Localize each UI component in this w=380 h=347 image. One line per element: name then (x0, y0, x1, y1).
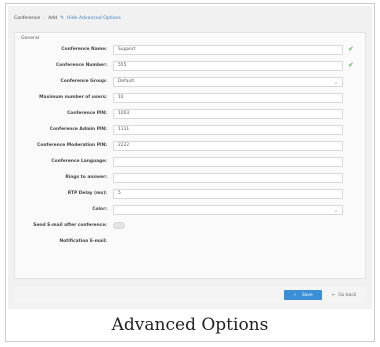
conference-group-select[interactable]: Default ⌄ (113, 77, 343, 87)
go-back-button[interactable]: ← Go back (326, 290, 362, 300)
max-users-input[interactable]: 10 (113, 93, 343, 103)
field-row-rtp-delay: RTP Delay (ms): 5 (15, 189, 365, 200)
field-row-max-users: Maximum number of users: 10 (15, 93, 365, 104)
field-row-conference-pin: Conference PIN: 1003 (15, 109, 365, 120)
field-label: Notification E-mail: (59, 239, 107, 244)
hide-advanced-options-link[interactable]: ✎ Hide Advanced Options (60, 15, 121, 22)
go-back-label: Go back (338, 292, 357, 298)
field-label: Conference Moderation PIN: (37, 143, 107, 148)
field-row-color: Color: ⌄ (15, 205, 365, 216)
language-input[interactable] (113, 157, 343, 167)
moderation-pin-input[interactable]: 2222 (113, 141, 343, 151)
field-label: Conference Name: (61, 47, 107, 52)
rtp-delay-input[interactable]: 5 (113, 189, 343, 199)
breadcrumb-root[interactable]: Conference (14, 16, 40, 21)
conference-name-input[interactable]: Support (113, 45, 343, 55)
field-label: Color: (92, 207, 107, 212)
field-label: Rings to answer: (65, 175, 107, 180)
admin-pin-input[interactable]: 1111 (113, 125, 343, 135)
breadcrumb-separator: › (43, 16, 46, 21)
hide-advanced-options-label: Hide Advanced Options (67, 16, 121, 21)
valid-check-icon: ✔ (348, 45, 354, 53)
field-row-moderation-pin: Conference Moderation PIN: 2222 (15, 141, 365, 152)
field-row-language: Conference Language: (15, 157, 365, 168)
field-row-send-email: Send E-mail after conference: (15, 221, 365, 232)
check-icon: ✓ (293, 292, 297, 298)
field-label: Maximum number of users: (39, 95, 107, 100)
field-label: Conference Number: (55, 63, 107, 68)
form-footer: ✓ Save ← Go back (14, 287, 366, 303)
field-label: RTP Delay (ms): (67, 191, 107, 196)
thumbnail-frame: Conference › Add ✎ Hide Advanced Options… (5, 3, 375, 342)
arrow-left-icon: ← (331, 292, 336, 298)
breadcrumb: Conference › Add ✎ Hide Advanced Options (14, 15, 121, 22)
valid-check-icon: ✔ (348, 61, 354, 69)
chevron-down-icon: ⌄ (333, 80, 338, 86)
field-row-notification-email: Notification E-mail: (15, 237, 365, 248)
send-email-toggle[interactable] (113, 222, 125, 229)
conference-group-value: Default (118, 79, 135, 84)
field-label: Send E-mail after conference: (33, 223, 107, 228)
general-section: General Conference Name: Support ✔ Confe… (14, 32, 366, 279)
color-select[interactable]: ⌄ (113, 205, 343, 215)
field-label: Conference Group: (60, 79, 107, 84)
breadcrumb-current: Add (48, 16, 58, 21)
image-caption: Advanced Options (111, 315, 269, 335)
conference-number-input[interactable]: 555 (113, 61, 343, 71)
field-row-rings: Rings to answer: (15, 173, 365, 184)
field-row-conference-number: Conference Number: 555 ✔ (15, 61, 365, 72)
field-row-admin-pin: Conference Admin PIN: 1111 (15, 125, 365, 136)
save-label: Save (301, 292, 313, 298)
field-row-conference-group: Conference Group: Default ⌄ (15, 77, 365, 88)
field-label: Conference Language: (51, 159, 107, 164)
field-label: Conference PIN: (67, 111, 107, 116)
conference-pin-input[interactable]: 1003 (113, 109, 343, 119)
chevron-down-icon: ⌄ (333, 208, 338, 214)
rings-to-answer-input[interactable] (113, 173, 343, 183)
pencil-icon: ✎ (60, 15, 65, 21)
field-row-conference-name: Conference Name: Support ✔ (15, 45, 365, 56)
section-title: General (21, 36, 40, 41)
screenshot: Conference › Add ✎ Hide Advanced Options… (8, 6, 372, 309)
save-button[interactable]: ✓ Save (284, 290, 322, 300)
field-label: Conference Admin PIN: (49, 127, 107, 132)
